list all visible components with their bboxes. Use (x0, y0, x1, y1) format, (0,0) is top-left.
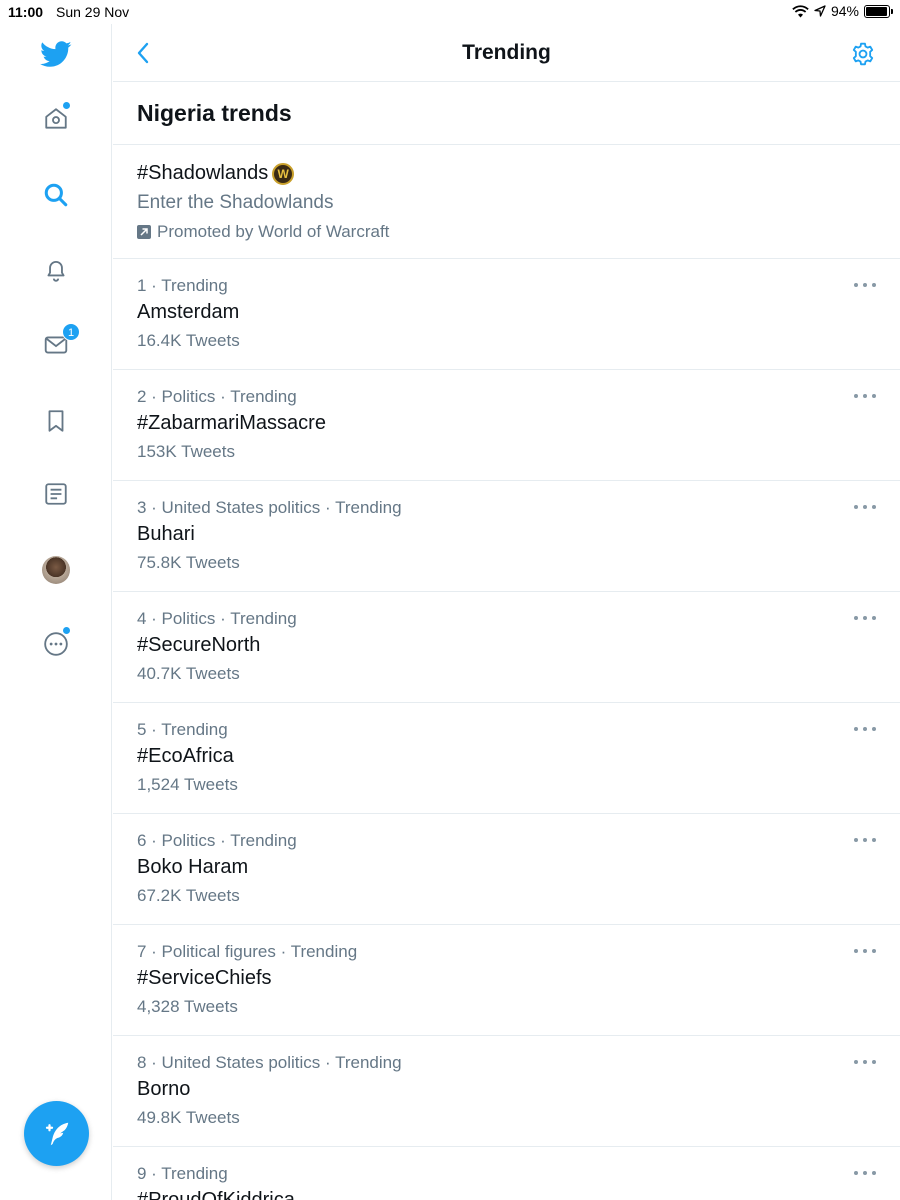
trend-context: 1 · Trending (137, 276, 228, 295)
warcraft-logo-icon: W (272, 162, 295, 185)
battery-fill (866, 6, 887, 16)
trend-count: 49.8K Tweets (137, 1108, 240, 1127)
messages-badge: 1 (62, 323, 80, 341)
trend-context: 9 · Trending (137, 1164, 228, 1183)
trend-context: 6 · Politics · Trending (137, 831, 297, 850)
trend-more-button[interactable] (854, 1056, 876, 1068)
twitter-logo-icon[interactable] (36, 34, 76, 74)
trend-item[interactable]: 3 · United States politics · Trending Bu… (113, 481, 900, 592)
trend-item[interactable]: 1 · Trending Amsterdam 16.4K Tweets (113, 259, 900, 370)
messages-icon[interactable]: 1 (36, 323, 80, 365)
location-arrow-icon (814, 5, 826, 17)
trend-count: 67.2K Tweets (137, 886, 240, 905)
more-notification-dot (63, 627, 70, 634)
trend-name: #ProudOfKiddrica (137, 1189, 295, 1200)
more-icon[interactable] (36, 624, 76, 664)
status-time: 11:00 (8, 4, 44, 20)
trend-context: 8 · United States politics · Trending (137, 1053, 402, 1072)
top-bar: Trending (113, 24, 900, 82)
trend-name: Boko Haram (137, 856, 249, 878)
trend-name: Buhari (137, 523, 195, 545)
trend-context: 3 · United States politics · Trending (137, 498, 402, 517)
trend-more-button[interactable] (854, 945, 876, 957)
compose-tweet-button[interactable] (24, 1101, 89, 1166)
trend-name: #SecureNorth (137, 634, 261, 656)
trend-context: 2 · Politics · Trending (137, 387, 297, 406)
wifi-icon (792, 4, 809, 17)
trend-item[interactable]: 8 · United States politics · Trending Bo… (113, 1036, 900, 1147)
sidebar: 1 (0, 24, 112, 1200)
trend-name: #EcoAfrica (137, 745, 234, 767)
settings-button[interactable] (848, 39, 878, 69)
avatar (42, 556, 70, 584)
promoted-by-row: Promoted by World of Warcraft (137, 222, 876, 242)
trend-more-button[interactable] (854, 501, 876, 513)
gear-icon (852, 42, 874, 66)
home-notification-dot (63, 102, 70, 109)
trend-context: 7 · Political figures · Trending (137, 942, 358, 961)
status-right: 94% (792, 3, 893, 19)
trend-count: 153K Tweets (137, 442, 235, 461)
trend-count: 75.8K Tweets (137, 553, 240, 572)
notifications-icon[interactable] (36, 250, 76, 290)
trend-more-button[interactable] (854, 612, 876, 624)
trend-more-button[interactable] (854, 279, 876, 291)
promoted-arrow-icon (137, 225, 151, 239)
section-title: Nigeria trends (113, 82, 900, 145)
trend-list: 1 · Trending Amsterdam 16.4K Tweets 2 · … (113, 259, 900, 1200)
battery-percent: 94% (830, 3, 859, 19)
battery-icon (864, 4, 893, 18)
trend-name: Amsterdam (137, 301, 240, 323)
trend-context: 4 · Politics · Trending (137, 609, 297, 628)
trend-more-button[interactable] (854, 834, 876, 846)
trend-item[interactable]: 6 · Politics · Trending Boko Haram 67.2K… (113, 814, 900, 925)
trend-count: 4,328 Tweets (137, 997, 238, 1016)
trend-name: #ZabarmariMassacre (137, 412, 326, 434)
trend-item[interactable]: 2 · Politics · Trending #ZabarmariMassac… (113, 370, 900, 481)
bookmarks-icon[interactable] (36, 401, 76, 441)
trend-count: 1,524 Tweets (137, 775, 238, 794)
promoted-title-row: #Shadowlands W (137, 162, 876, 185)
promoted-trend[interactable]: #Shadowlands W Enter the Shadowlands Pro… (113, 145, 900, 259)
status-date: Sun 29 Nov (56, 4, 130, 20)
trend-count: 16.4K Tweets (137, 331, 240, 350)
trend-name: #ServiceChiefs (137, 967, 272, 989)
trend-item[interactable]: 7 · Political figures · Trending #Servic… (113, 925, 900, 1036)
trend-item[interactable]: 9 · Trending #ProudOfKiddrica (113, 1147, 900, 1200)
search-icon[interactable] (36, 175, 76, 215)
trend-name: Borno (137, 1078, 191, 1100)
trend-more-button[interactable] (854, 723, 876, 735)
profile-avatar[interactable] (36, 550, 76, 590)
compose-feather-icon (45, 1122, 68, 1145)
main-content: Trending Nigeria trends #Shadowlands W E… (113, 24, 900, 1200)
trend-more-button[interactable] (854, 390, 876, 402)
page-title: Trending (462, 41, 551, 64)
trend-item[interactable]: 4 · Politics · Trending #SecureNorth 40.… (113, 592, 900, 703)
home-icon[interactable] (36, 99, 76, 139)
trend-more-button[interactable] (854, 1167, 876, 1179)
promoted-title: #Shadowlands (137, 162, 269, 184)
promoted-subtitle: Enter the Shadowlands (137, 192, 334, 213)
promoted-by: Promoted by World of Warcraft (157, 222, 390, 241)
trend-count: 40.7K Tweets (137, 664, 240, 683)
status-bar: 11:00 Sun 29 Nov 94% (0, 0, 900, 24)
trend-item[interactable]: 5 · Trending #EcoAfrica 1,524 Tweets (113, 703, 900, 814)
trend-context: 5 · Trending (137, 720, 228, 739)
lists-icon[interactable] (36, 474, 76, 514)
